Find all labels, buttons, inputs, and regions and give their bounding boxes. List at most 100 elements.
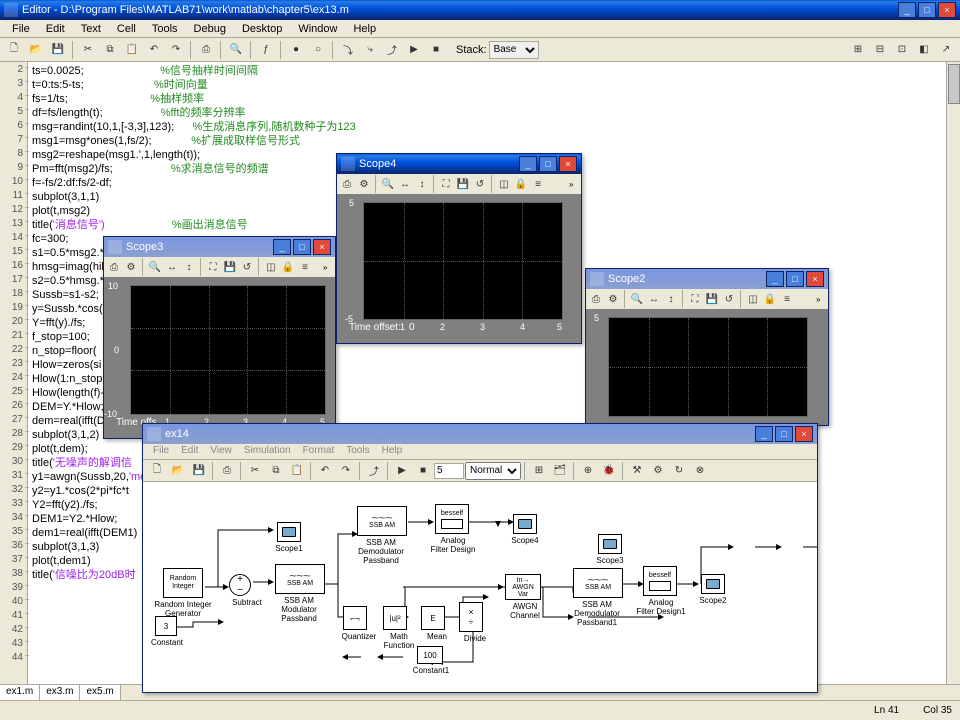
sim-menu-help[interactable]: Help xyxy=(376,444,409,459)
print-icon[interactable]: ⎙ xyxy=(196,40,216,60)
awgn-block[interactable]: In→AWGNVar xyxy=(505,574,541,600)
paste-icon[interactable]: 📋 xyxy=(287,461,307,481)
toolbar-menu-arrow[interactable]: » xyxy=(569,180,579,189)
stop-icon[interactable]: ■ xyxy=(413,461,433,481)
lock-icon[interactable]: 🔒 xyxy=(513,176,529,192)
divide-block[interactable]: ×÷ xyxy=(459,602,483,632)
build-icon[interactable]: ⚒ xyxy=(627,461,647,481)
scrollbar-thumb[interactable] xyxy=(948,64,960,104)
dock-icon[interactable]: ↗ xyxy=(936,40,956,60)
save-axes-icon[interactable]: 💾 xyxy=(455,176,471,192)
scope4-maximize[interactable]: □ xyxy=(539,156,557,172)
mean-block[interactable]: E xyxy=(421,606,445,630)
scope4-window[interactable]: Scope4 _ □ × ⎙ ⚙ 🔍 ↔ ↕ ⛶ 💾 ↺ ◫ 🔒 ≡ » xyxy=(336,153,582,344)
params-icon[interactable]: ⚙ xyxy=(356,176,372,192)
undo-icon[interactable]: ↶ xyxy=(315,461,335,481)
toggle-icon[interactable]: ⊕ xyxy=(578,461,598,481)
maximize-button[interactable]: □ xyxy=(918,2,936,18)
save-model-icon[interactable]: 💾 xyxy=(189,461,209,481)
zoomx-icon[interactable]: ↔ xyxy=(646,291,662,307)
zoomx-icon[interactable]: ↔ xyxy=(397,176,413,192)
simulink-close[interactable]: × xyxy=(795,426,813,442)
run-icon[interactable]: ▶ xyxy=(392,461,412,481)
mathfn-block[interactable]: |u|² xyxy=(383,606,407,630)
copy-icon[interactable]: ⧉ xyxy=(100,40,120,60)
scope2-close[interactable]: × xyxy=(806,271,824,287)
restore-icon[interactable]: ↺ xyxy=(721,291,737,307)
afd1-block[interactable]: besself xyxy=(643,566,677,596)
zoom-icon[interactable]: 🔍 xyxy=(147,259,163,275)
toolbar-menu-arrow[interactable]: » xyxy=(323,263,333,272)
restore-icon[interactable]: ↺ xyxy=(472,176,488,192)
scope4-titlebar[interactable]: Scope4 _ □ × xyxy=(337,154,581,174)
scope2-window[interactable]: Scope2 _ □ × ⎙ ⚙ 🔍 ↔ ↕ ⛶ 💾 ↺ ◫ 🔒 ≡ » xyxy=(585,268,829,426)
scope3-close[interactable]: × xyxy=(313,239,331,255)
params-icon[interactable]: ⚙ xyxy=(123,259,139,275)
scope4-minimize[interactable]: _ xyxy=(519,156,537,172)
constant1-block[interactable]: 100 xyxy=(417,646,443,664)
simulink-minimize[interactable]: _ xyxy=(755,426,773,442)
breakpoint-set-icon[interactable]: ● xyxy=(286,40,306,60)
simulink-canvas[interactable]: Scope1 ⁓⁓⁓SSB AM SSB AMDemodulatorPassba… xyxy=(143,482,817,692)
menu-debug[interactable]: Debug xyxy=(186,21,234,37)
tab-ex5[interactable]: ex5.m xyxy=(80,685,120,700)
tab-ex1[interactable]: ex1.m xyxy=(0,685,40,700)
save-axes-icon[interactable]: 💾 xyxy=(222,259,238,275)
lock-icon[interactable]: 🔒 xyxy=(762,291,778,307)
toolbar-menu-arrow[interactable]: » xyxy=(816,295,826,304)
redo-icon[interactable]: ↷ xyxy=(166,40,186,60)
sim-menu-file[interactable]: File xyxy=(147,444,175,459)
menu-edit[interactable]: Edit xyxy=(38,21,73,37)
menu-window[interactable]: Window xyxy=(290,21,345,37)
ssb-mod-block[interactable]: ⁓⁓⁓SSB AM xyxy=(275,564,325,594)
breakpoint-clear-icon[interactable]: ○ xyxy=(308,40,328,60)
scope2-maximize[interactable]: □ xyxy=(786,271,804,287)
signal-sel-icon[interactable]: ≡ xyxy=(297,259,313,275)
function-icon[interactable]: ƒ xyxy=(256,40,276,60)
layout2-icon[interactable]: ⊟ xyxy=(870,40,890,60)
ssb-demod-block[interactable]: ⁓⁓⁓SSB AM xyxy=(357,506,407,536)
save-icon[interactable]: 💾 xyxy=(48,40,68,60)
rig-block[interactable]: RandomInteger xyxy=(163,568,203,598)
simulink-window[interactable]: ex14 _ □ × File Edit View Simulation For… xyxy=(142,423,818,693)
simulink-maximize[interactable]: □ xyxy=(775,426,793,442)
scope2-minimize[interactable]: _ xyxy=(766,271,784,287)
layout3-icon[interactable]: ⊡ xyxy=(892,40,912,60)
zoom-icon[interactable]: 🔍 xyxy=(629,291,645,307)
subtract-block[interactable]: +− xyxy=(229,574,251,596)
cut-icon[interactable]: ✂ xyxy=(78,40,98,60)
constant-block[interactable]: 3 xyxy=(155,616,177,636)
nav-up-icon[interactable]: ⤴ xyxy=(364,461,384,481)
afd-block[interactable]: besself xyxy=(435,504,469,534)
stop-icon[interactable]: ■ xyxy=(426,40,446,60)
menu-text[interactable]: Text xyxy=(73,21,109,37)
new-model-icon[interactable]: 🗋 xyxy=(147,461,167,481)
menu-tools[interactable]: Tools xyxy=(144,21,186,37)
model-explorer-icon[interactable]: 🗂 xyxy=(550,461,570,481)
step-icon[interactable]: ⤵ xyxy=(338,40,358,60)
sim-menu-format[interactable]: Format xyxy=(297,444,341,459)
sim-menu-view[interactable]: View xyxy=(204,444,238,459)
print-icon[interactable]: ⎙ xyxy=(106,259,122,275)
print-icon[interactable]: ⎙ xyxy=(339,176,355,192)
vertical-scrollbar[interactable] xyxy=(946,62,960,698)
scope2-titlebar[interactable]: Scope2 _ □ × xyxy=(586,269,828,289)
minimize-button[interactable]: _ xyxy=(898,2,916,18)
zoomy-icon[interactable]: ↕ xyxy=(181,259,197,275)
layout4-icon[interactable]: ◧ xyxy=(914,40,934,60)
menu-help[interactable]: Help xyxy=(345,21,384,37)
paste-icon[interactable]: 📋 xyxy=(122,40,142,60)
autoscale-icon[interactable]: ⛶ xyxy=(438,176,454,192)
lib-browser-icon[interactable]: ⊞ xyxy=(529,461,549,481)
zoom-icon[interactable]: 🔍 xyxy=(380,176,396,192)
layout-icon[interactable]: ⊞ xyxy=(848,40,868,60)
scope3-maximize[interactable]: □ xyxy=(293,239,311,255)
build2-icon[interactable]: ⚙ xyxy=(648,461,668,481)
print-icon[interactable]: ⎙ xyxy=(217,461,237,481)
simulink-titlebar[interactable]: ex14 _ □ × xyxy=(143,424,817,444)
scope3-window[interactable]: Scope3 _ □ × ⎙ ⚙ 🔍 ↔ ↕ ⛶ 💾 ↺ ◫ 🔒 ≡ » xyxy=(103,236,336,439)
scope3-minimize[interactable]: _ xyxy=(273,239,291,255)
sim-menu-simulation[interactable]: Simulation xyxy=(238,444,297,459)
scope4-close[interactable]: × xyxy=(559,156,577,172)
menu-cell[interactable]: Cell xyxy=(109,21,144,37)
